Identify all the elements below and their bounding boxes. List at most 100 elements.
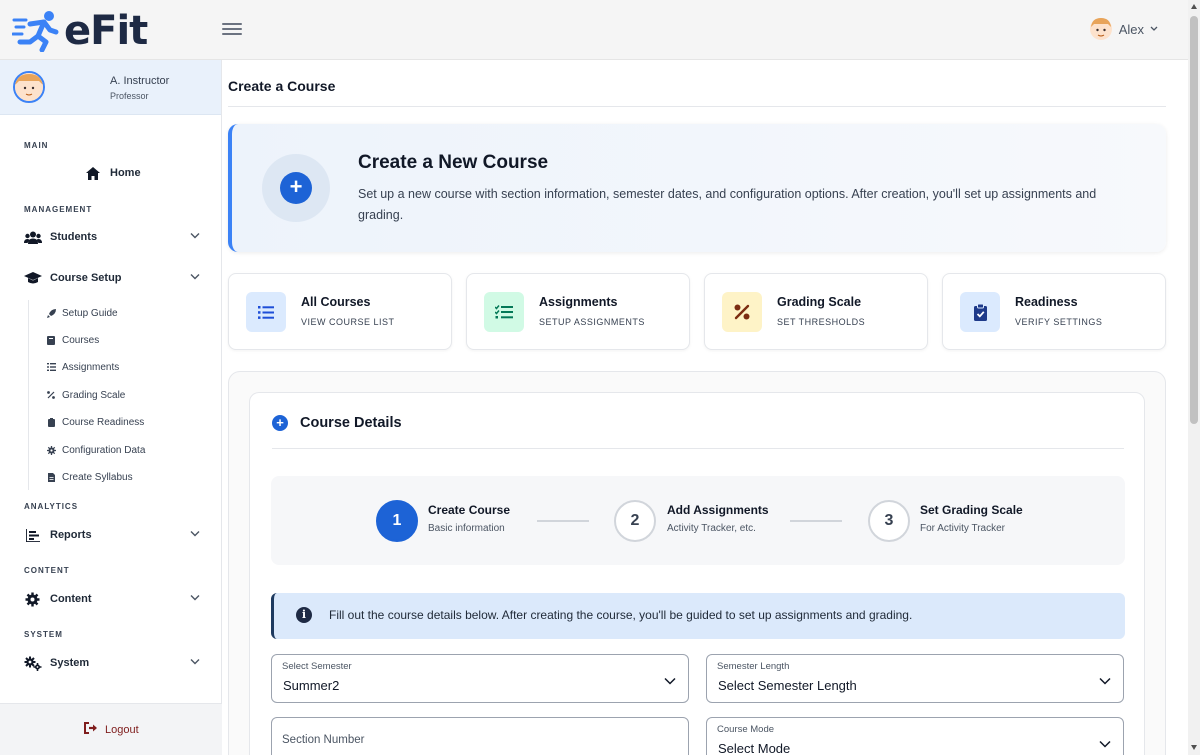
page-title: Create a Course bbox=[228, 78, 336, 94]
divider bbox=[272, 448, 1124, 449]
submenu-item-course-readiness[interactable]: Course Readiness bbox=[46, 413, 144, 431]
sidebar-item-label: Course Setup bbox=[50, 272, 122, 284]
submenu-item-create-syllabus[interactable]: Create Syllabus bbox=[46, 468, 133, 486]
file-icon bbox=[46, 472, 56, 482]
quick-link-grading-scale[interactable]: Grading Scale SET THRESHOLDS bbox=[704, 273, 928, 350]
sidebar-item-label: Students bbox=[50, 231, 98, 243]
field-label: Select Semester bbox=[282, 661, 352, 672]
scrollbar-thumb[interactable] bbox=[1190, 16, 1198, 424]
step-connector bbox=[790, 520, 842, 522]
sidebar-item-reports[interactable]: Reports bbox=[24, 524, 204, 546]
quick-link-title: Readiness bbox=[1015, 295, 1078, 309]
chevron-down-icon bbox=[1150, 24, 1158, 35]
submenu-label: Courses bbox=[62, 334, 100, 346]
course-mode-select[interactable]: Course Mode Select Mode bbox=[706, 717, 1124, 755]
section-label-system: SYSTEM bbox=[24, 630, 63, 639]
step-1-indicator: 1 bbox=[376, 500, 418, 542]
quick-link-readiness[interactable]: Readiness VERIFY SETTINGS bbox=[942, 273, 1166, 350]
submenu-item-setup-guide[interactable]: Setup Guide bbox=[46, 304, 118, 322]
graduation-cap-icon bbox=[24, 271, 42, 285]
book-icon bbox=[46, 335, 56, 345]
sidebar: A. Instructor Professor MAIN Home MANAGE… bbox=[0, 60, 222, 755]
user-name: Alex bbox=[1118, 21, 1144, 37]
submenu-label: Grading Scale bbox=[62, 389, 126, 401]
course-details-card: + Course Details 1 Create Course Basic i… bbox=[249, 392, 1145, 755]
field-label: Course Mode bbox=[717, 724, 775, 735]
rocket-icon bbox=[46, 308, 56, 318]
quick-link-subtitle: VERIFY SETTINGS bbox=[1015, 317, 1103, 327]
submenu-item-courses[interactable]: Courses bbox=[46, 331, 99, 349]
submenu-label: Setup Guide bbox=[62, 307, 118, 319]
quick-link-assignments[interactable]: Assignments SETUP ASSIGNMENTS bbox=[466, 273, 690, 350]
plus-circle-icon: + bbox=[280, 172, 312, 204]
step-2-indicator: 2 bbox=[614, 500, 656, 542]
sidebar-item-students[interactable]: Students bbox=[24, 226, 204, 248]
hero-description: Set up a new course with section informa… bbox=[358, 187, 1097, 222]
submenu-item-configuration-data[interactable]: Configuration Data bbox=[46, 441, 145, 459]
quick-link-subtitle: VIEW COURSE LIST bbox=[301, 317, 395, 327]
submenu-label: Course Readiness bbox=[62, 416, 145, 428]
quick-link-title: All Courses bbox=[301, 295, 371, 309]
sidebar-item-label: Reports bbox=[50, 529, 92, 541]
semester-select[interactable]: Select Semester Summer2 bbox=[271, 654, 689, 703]
logo-text: eFit bbox=[64, 8, 148, 54]
sidebar-profile[interactable]: A. Instructor Professor bbox=[0, 60, 221, 115]
section-label-content: CONTENT bbox=[24, 566, 70, 575]
quick-link-all-courses[interactable]: All Courses VIEW COURSE LIST bbox=[228, 273, 452, 350]
sidebar-item-label: Home bbox=[110, 167, 141, 179]
submenu-guide-line bbox=[28, 300, 29, 490]
sidebar-item-content[interactable]: Content bbox=[24, 588, 204, 610]
sidebar-item-label: Content bbox=[50, 593, 92, 605]
scroll-down-arrow-icon[interactable] bbox=[1191, 745, 1197, 750]
submenu-label: Assignments bbox=[62, 361, 120, 373]
chevron-down-icon bbox=[1099, 672, 1111, 690]
user-menu[interactable]: Alex bbox=[1089, 16, 1158, 42]
top-bar: eFit Alex bbox=[0, 0, 1188, 60]
sidebar-item-system[interactable]: System bbox=[24, 652, 204, 674]
runner-logo-icon bbox=[12, 11, 59, 52]
hero-title: Create a New Course bbox=[358, 152, 549, 173]
chevron-down-icon bbox=[190, 656, 200, 668]
sidebar-item-home[interactable]: Home bbox=[84, 162, 184, 184]
quick-link-subtitle: SET THRESHOLDS bbox=[777, 317, 866, 327]
submenu-label: Create Syllabus bbox=[62, 471, 133, 483]
step-connector bbox=[537, 520, 589, 522]
info-alert: i Fill out the course details below. Aft… bbox=[271, 593, 1125, 639]
step-3-indicator: 3 bbox=[868, 500, 910, 542]
field-value: Select Mode bbox=[718, 741, 791, 755]
logo[interactable]: eFit bbox=[12, 8, 157, 54]
submenu-item-grading-scale[interactable]: Grading Scale bbox=[46, 386, 125, 404]
plus-circle-icon: + bbox=[272, 415, 288, 431]
profile-avatar bbox=[13, 71, 45, 103]
bar-chart-icon bbox=[24, 528, 42, 542]
scroll-up-arrow-icon[interactable] bbox=[1191, 4, 1197, 9]
menu-toggle-icon[interactable] bbox=[222, 20, 242, 38]
step-2-subtitle: Activity Tracker, etc. bbox=[667, 523, 756, 534]
page-scrollbar[interactable] bbox=[1188, 0, 1200, 755]
home-icon bbox=[84, 166, 102, 180]
submenu-item-assignments[interactable]: Assignments bbox=[46, 358, 119, 376]
quick-link-title: Grading Scale bbox=[777, 295, 862, 309]
logout-icon bbox=[84, 722, 99, 737]
logout-button[interactable]: Logout bbox=[84, 722, 139, 737]
semester-length-select[interactable]: Semester Length Select Semester Length bbox=[706, 654, 1124, 703]
submenu-label: Configuration Data bbox=[62, 444, 146, 456]
avatar-face-icon bbox=[15, 73, 43, 101]
field-value: Summer2 bbox=[283, 678, 340, 693]
percent-icon bbox=[722, 292, 762, 332]
logout-label: Logout bbox=[105, 723, 139, 736]
field-value: Select Semester Length bbox=[718, 678, 857, 693]
sidebar-item-course-setup[interactable]: Course Setup bbox=[24, 267, 204, 289]
chevron-down-icon bbox=[664, 672, 676, 690]
checklist-icon bbox=[484, 292, 524, 332]
info-text: Fill out the course details below. After… bbox=[329, 608, 913, 622]
step-3-title: Set Grading Scale bbox=[920, 503, 1023, 517]
section-number-input[interactable]: Section Number bbox=[271, 717, 689, 755]
chevron-down-icon bbox=[1099, 735, 1111, 753]
hero-icon-wrapper: + bbox=[262, 154, 330, 222]
quick-link-subtitle: SETUP ASSIGNMENTS bbox=[539, 317, 645, 327]
chevron-down-icon bbox=[190, 528, 200, 540]
list-check-icon bbox=[46, 362, 56, 372]
gear-icon bbox=[46, 445, 56, 455]
field-placeholder: Section Number bbox=[282, 734, 365, 746]
